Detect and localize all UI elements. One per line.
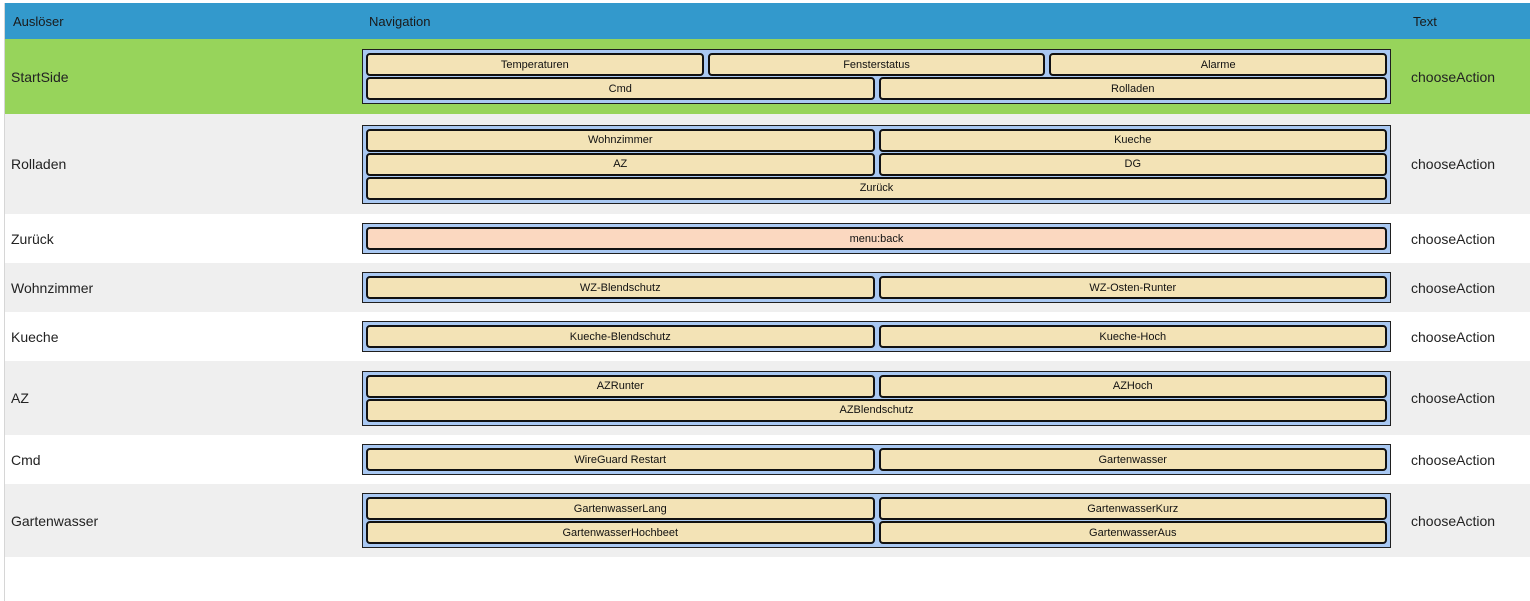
nav-button-gartenwasserlang[interactable]: GartenwasserLang — [366, 497, 875, 520]
column-header-trigger[interactable]: Auslöser — [5, 3, 361, 39]
nav-button-azrunter[interactable]: AZRunter — [366, 374, 875, 398]
nav-button-gartenwasseraus[interactable]: GartenwasserAus — [878, 521, 1387, 544]
nav-keyboard: WireGuard Restart Gartenwasser — [362, 444, 1391, 475]
nav-button-az[interactable]: AZ — [366, 152, 875, 176]
nav-keyboard: AZRunter AZHoch AZBlendschutz — [362, 370, 1391, 426]
column-header-navigation[interactable]: Navigation — [361, 3, 1405, 39]
trigger-cell: Gartenwasser — [5, 484, 361, 557]
nav-row: Kueche-Blendschutz Kueche-Hoch — [366, 325, 1387, 348]
nav-keyboard: Kueche-Blendschutz Kueche-Hoch — [362, 321, 1391, 352]
nav-button-gartenwasserhochbeet[interactable]: GartenwasserHochbeet — [366, 521, 875, 544]
table-row[interactable]: AZ AZRunter AZHoch AZBlendschutz chooseA… — [5, 361, 1530, 435]
navigation-cell: AZRunter AZHoch AZBlendschutz — [361, 361, 1405, 435]
trigger-cell: Cmd — [5, 435, 361, 484]
trigger-cell: Zurück — [5, 214, 361, 263]
nav-keyboard: GartenwasserLang GartenwasserKurz Garten… — [362, 493, 1391, 548]
nav-button-alarme[interactable]: Alarme — [1049, 53, 1388, 76]
nav-row: WireGuard Restart Gartenwasser — [366, 448, 1387, 471]
nav-button-wz-osten-runter[interactable]: WZ-Osten-Runter — [878, 276, 1387, 299]
navigation-cell: menu:back — [361, 214, 1405, 263]
nav-button-cmd[interactable]: Cmd — [366, 77, 875, 100]
nav-row: Cmd Rolladen — [366, 77, 1387, 100]
nav-button-gartenwasserkurz[interactable]: GartenwasserKurz — [878, 497, 1387, 520]
nav-row: GartenwasserLang GartenwasserKurz — [366, 497, 1387, 520]
trigger-cell: AZ — [5, 361, 361, 435]
nav-button-fensterstatus[interactable]: Fensterstatus — [707, 53, 1046, 76]
nav-button-kueche[interactable]: Kueche — [878, 128, 1387, 152]
trigger-cell: Rolladen — [5, 114, 361, 214]
table-header-row: Auslöser Navigation Text — [5, 3, 1530, 39]
navigation-cell: WireGuard Restart Gartenwasser — [361, 435, 1405, 484]
nav-row: Zurück — [366, 176, 1387, 200]
trigger-cell: Wohnzimmer — [5, 263, 361, 312]
nav-button-dg[interactable]: DG — [878, 152, 1387, 176]
navigation-cell: WZ-Blendschutz WZ-Osten-Runter — [361, 263, 1405, 312]
trigger-cell: Kueche — [5, 312, 361, 361]
text-cell: chooseAction — [1405, 435, 1530, 484]
nav-button-azhoch[interactable]: AZHoch — [878, 374, 1387, 398]
nav-row: Wohnzimmer Kueche — [366, 128, 1387, 152]
table-row[interactable]: Kueche Kueche-Blendschutz Kueche-Hoch ch… — [5, 312, 1530, 361]
nav-row: menu:back — [366, 227, 1387, 250]
nav-button-gartenwasser[interactable]: Gartenwasser — [878, 448, 1387, 471]
nav-button-kueche-hoch[interactable]: Kueche-Hoch — [878, 325, 1387, 348]
text-cell: chooseAction — [1405, 114, 1530, 214]
nav-row: AZBlendschutz — [366, 398, 1387, 422]
text-cell: chooseAction — [1405, 312, 1530, 361]
nav-keyboard: Wohnzimmer Kueche AZ DG Zurück — [362, 124, 1391, 204]
nav-button-azblendschutz[interactable]: AZBlendschutz — [366, 398, 1387, 422]
nav-row: AZ DG — [366, 152, 1387, 176]
text-cell: chooseAction — [1405, 484, 1530, 557]
nav-keyboard: WZ-Blendschutz WZ-Osten-Runter — [362, 272, 1391, 303]
navigation-cell: Temperaturen Fensterstatus Alarme Cmd Ro… — [361, 39, 1405, 114]
nav-button-wireguard-restart[interactable]: WireGuard Restart — [366, 448, 875, 471]
table-row[interactable]: Gartenwasser GartenwasserLang Gartenwass… — [5, 484, 1530, 557]
column-header-text[interactable]: Text — [1405, 3, 1530, 39]
nav-button-zurueck[interactable]: Zurück — [366, 176, 1387, 200]
table-row[interactable]: Cmd WireGuard Restart Gartenwasser choos… — [5, 435, 1530, 484]
trigger-cell: StartSide — [5, 39, 361, 114]
text-cell: chooseAction — [1405, 214, 1530, 263]
table-row[interactable]: Zurück menu:back chooseAction — [5, 214, 1530, 263]
navigation-cell: GartenwasserLang GartenwasserKurz Garten… — [361, 484, 1405, 557]
table-row[interactable]: Rolladen Wohnzimmer Kueche AZ DG Zurück — [5, 114, 1530, 214]
text-cell: chooseAction — [1405, 361, 1530, 435]
nav-button-wz-blendschutz[interactable]: WZ-Blendschutz — [366, 276, 875, 299]
table-row[interactable]: StartSide Temperaturen Fensterstatus Ala… — [5, 39, 1530, 114]
nav-button-kueche-blendschutz[interactable]: Kueche-Blendschutz — [366, 325, 875, 348]
nav-button-wohnzimmer[interactable]: Wohnzimmer — [366, 128, 875, 152]
navigation-cell: Wohnzimmer Kueche AZ DG Zurück — [361, 114, 1405, 214]
trigger-table-frame: Auslöser Navigation Text StartSide Tempe… — [4, 3, 1530, 601]
nav-button-menu-back[interactable]: menu:back — [366, 227, 1387, 250]
navigation-cell: Kueche-Blendschutz Kueche-Hoch — [361, 312, 1405, 361]
nav-row: GartenwasserHochbeet GartenwasserAus — [366, 521, 1387, 544]
nav-button-temperaturen[interactable]: Temperaturen — [366, 53, 704, 76]
nav-button-rolladen[interactable]: Rolladen — [878, 77, 1387, 100]
nav-keyboard: menu:back — [362, 223, 1391, 254]
table-row[interactable]: Wohnzimmer WZ-Blendschutz WZ-Osten-Runte… — [5, 263, 1530, 312]
nav-keyboard: Temperaturen Fensterstatus Alarme Cmd Ro… — [362, 49, 1391, 104]
nav-row: AZRunter AZHoch — [366, 374, 1387, 398]
trigger-table: Auslöser Navigation Text StartSide Tempe… — [5, 3, 1530, 557]
nav-row: Temperaturen Fensterstatus Alarme — [366, 53, 1388, 76]
text-cell: chooseAction — [1405, 39, 1530, 114]
text-cell: chooseAction — [1405, 263, 1530, 312]
nav-row: WZ-Blendschutz WZ-Osten-Runter — [366, 276, 1387, 299]
